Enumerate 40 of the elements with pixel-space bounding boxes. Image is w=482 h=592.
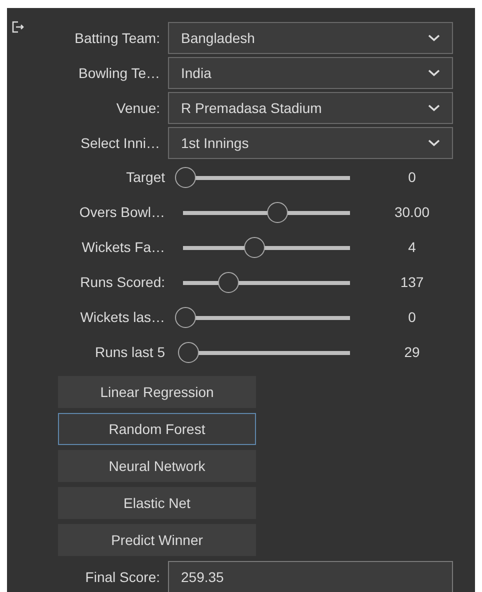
slider-value: 0 [407,308,417,327]
slider-thumb[interactable] [244,237,266,258]
slider-value: 29 [403,343,421,362]
slider-thumb[interactable] [178,342,200,363]
dropdown[interactable]: 1st Innings [168,127,453,159]
slider-label: Overs Bowl… [78,203,166,222]
slider-thumb[interactable] [175,167,196,188]
logout-icon[interactable] [12,21,24,33]
slider-label: Wickets las… [79,308,166,327]
dropdown[interactable]: India [168,57,453,89]
slider-thumb[interactable] [267,202,288,223]
model-button[interactable]: Predict Winner [58,524,256,556]
slider-label: Wickets Fa… [80,238,166,257]
dropdown[interactable]: Bangladesh [168,22,453,54]
model-button[interactable]: Random Forest [58,413,256,445]
field-label: Venue: [115,98,161,118]
slider-track[interactable] [175,307,350,328]
model-button[interactable]: Elastic Net [58,487,256,519]
chevron-icon [428,139,440,147]
slider-value: 30.00 [393,203,431,222]
slider-label: Runs Scored: [79,273,166,292]
dropdown[interactable]: R Premadasa Stadium [168,92,453,124]
slider-value: 4 [407,238,417,257]
slider-thumb[interactable] [175,307,196,328]
slider-track[interactable] [175,167,350,188]
chevron-icon [428,34,440,42]
slider-label: Runs last 5 [94,343,166,362]
field-label: Bowling Te… [78,64,161,83]
result-label: Final Score: [84,568,161,586]
field-label: Select Inni… [80,134,161,152]
model-button[interactable]: Linear Regression [58,376,256,408]
chevron-icon [428,69,440,77]
model-button[interactable]: Neural Network [58,450,256,482]
slider-thumb[interactable] [218,272,240,293]
field-label: Batting Team: [74,28,161,48]
result-field: 259.35 [168,561,453,592]
slider-label: Target [125,168,166,187]
slider-value: 137 [399,273,425,292]
slider-value: 0 [407,168,417,187]
chevron-icon [428,104,440,112]
